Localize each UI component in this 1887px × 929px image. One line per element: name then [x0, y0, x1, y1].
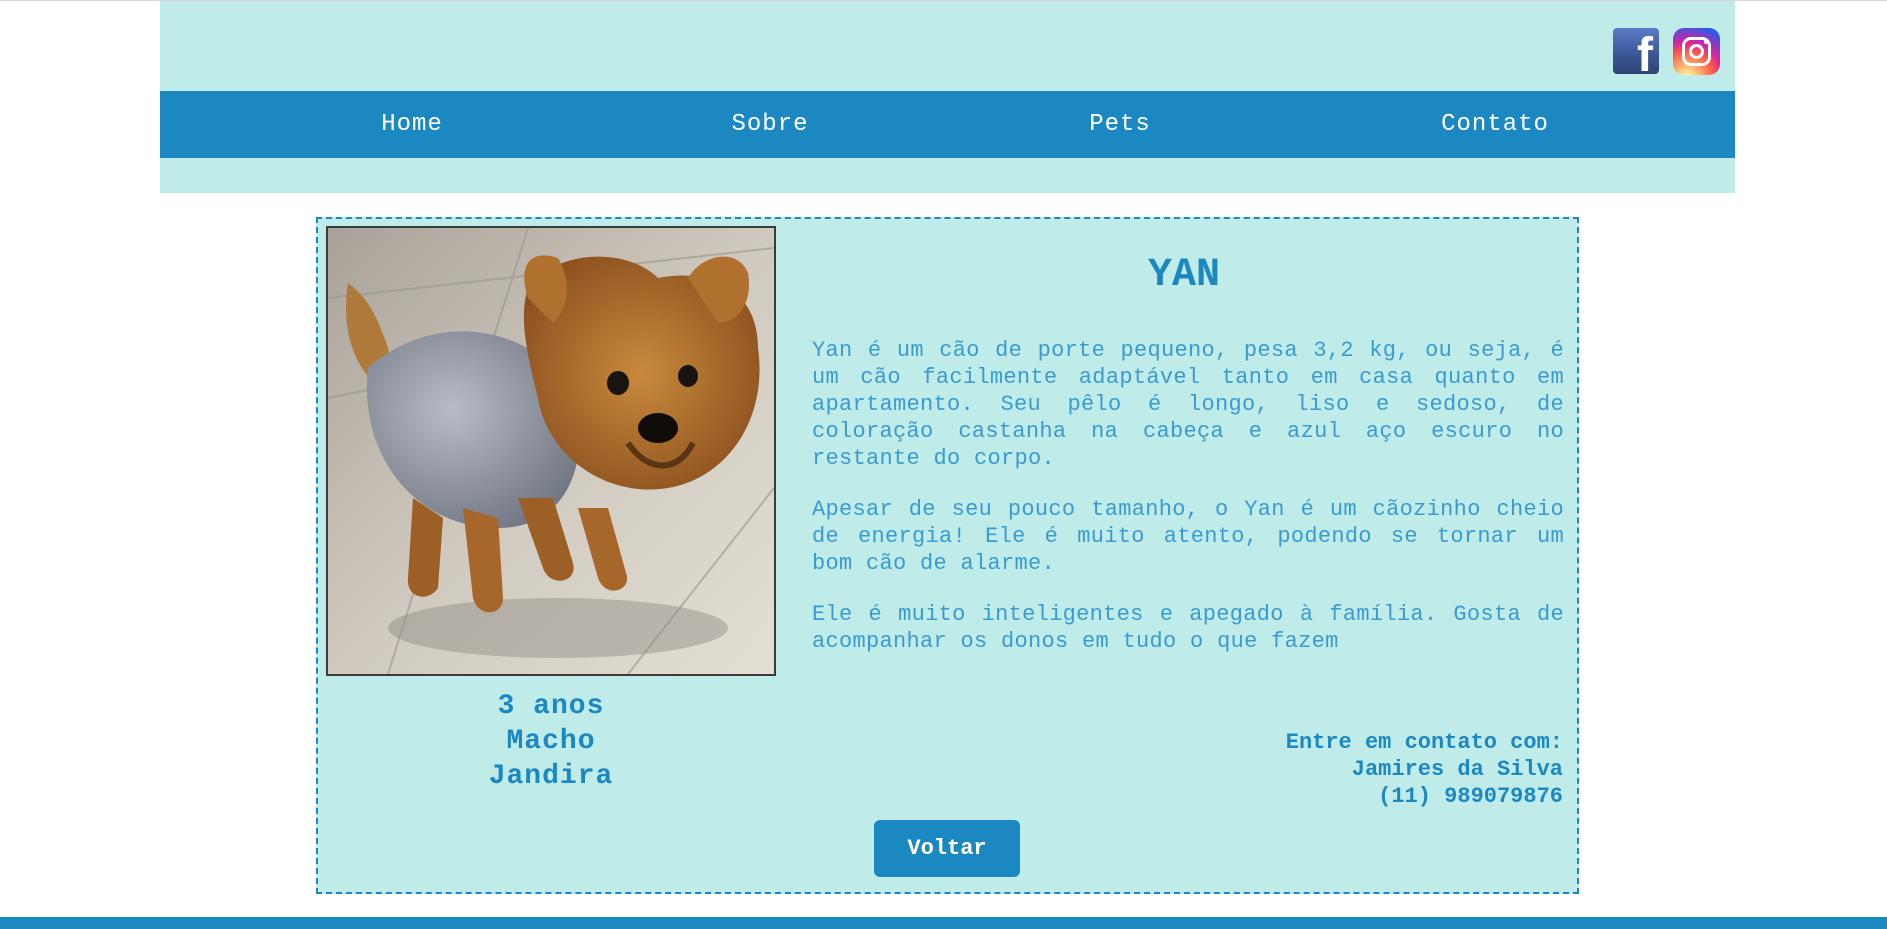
pet-name: YAN — [1147, 253, 1220, 298]
contact-person: Jamires da Silva — [1351, 757, 1563, 782]
facebook-icon[interactable]: f — [1613, 28, 1659, 74]
description-paragraph: Ele é muito inteligentes e apegado à fam… — [812, 602, 1564, 654]
pet-description: Yan é um cão de porte pequeno, pesa 3,2 … — [812, 337, 1564, 679]
social-links: f — [1613, 28, 1720, 75]
contact-phone: (11) 989079876 — [1378, 784, 1563, 809]
contact-label: Entre em contato com: — [1285, 730, 1563, 755]
contact-info: Entre em contato com: Jamires da Silva (… — [1286, 729, 1563, 810]
pet-age: 3 anos — [497, 691, 605, 722]
back-button[interactable]: Voltar — [874, 820, 1020, 877]
nav-item-pets[interactable]: Pets — [1080, 91, 1160, 158]
instagram-icon[interactable] — [1673, 28, 1720, 75]
nav-item-contato[interactable]: Contato — [1430, 91, 1560, 158]
site-header: f Home Sobre Pets Contato — [160, 1, 1735, 193]
pet-card: 3 anos Macho Jandira YAN Yan é um cão de… — [316, 217, 1579, 894]
pet-city: Jandira — [488, 761, 614, 792]
main-nav: Home Sobre Pets Contato — [160, 91, 1735, 158]
nav-item-home[interactable]: Home — [372, 91, 452, 158]
description-paragraph: Apesar de seu pouco tamanho, o Yan é um … — [812, 497, 1564, 576]
pet-summary: 3 anos Macho Jandira — [326, 689, 776, 794]
footer-bar — [0, 917, 1887, 929]
nav-item-sobre[interactable]: Sobre — [720, 91, 820, 158]
dog-photo — [326, 226, 776, 676]
pet-sex: Macho — [506, 726, 596, 757]
description-paragraph: Yan é um cão de porte pequeno, pesa 3,2 … — [812, 338, 1564, 471]
